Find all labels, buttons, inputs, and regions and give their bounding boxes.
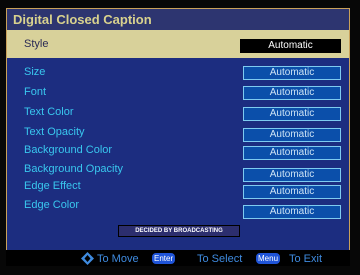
row-value-size[interactable]: Automatic	[243, 66, 341, 80]
select-hint: To Select	[197, 253, 243, 265]
row-label-text-color[interactable]: Text Color	[24, 106, 74, 118]
row-label-edge-effect[interactable]: Edge Effect	[24, 180, 81, 192]
row-value-text-color[interactable]: Automatic	[243, 107, 341, 121]
row-label-font[interactable]: Font	[24, 86, 46, 98]
row-value-background-opacity[interactable]: Automatic	[243, 168, 341, 182]
decided-by-broadcasting-badge: DECIDED BY BROADCASTING	[118, 225, 240, 237]
enter-key-icon: Enter	[152, 253, 176, 264]
row-value-edge-effect[interactable]: Automatic	[243, 185, 341, 199]
row-value-text-opacity[interactable]: Automatic	[243, 128, 341, 142]
row-label-size[interactable]: Size	[24, 66, 45, 78]
row-label-background-opacity[interactable]: Background Opacity	[24, 163, 123, 175]
row-value-style[interactable]: Automatic	[239, 38, 342, 54]
row-value-edge-color[interactable]: Automatic	[243, 205, 341, 219]
row-label-text-opacity[interactable]: Text Opacity	[24, 126, 85, 138]
row-label-edge-color[interactable]: Edge Color	[24, 199, 79, 211]
dpad-arrows-icon	[81, 252, 94, 265]
move-hint: To Move	[97, 253, 139, 265]
row-value-background-color[interactable]: Automatic	[243, 146, 341, 160]
row-value-font[interactable]: Automatic	[243, 86, 341, 100]
footer-help-bar: To Move Enter To Select Menu To Exit	[6, 250, 350, 266]
menu-key-icon: Menu	[256, 253, 281, 264]
exit-hint: To Exit	[289, 253, 323, 265]
row-label-background-color[interactable]: Background Color	[24, 144, 112, 156]
row-label-style: Style	[24, 38, 49, 50]
dialog-title: Digital Closed Caption	[7, 9, 349, 30]
menu-row-style[interactable]: Style Automatic	[7, 30, 349, 58]
